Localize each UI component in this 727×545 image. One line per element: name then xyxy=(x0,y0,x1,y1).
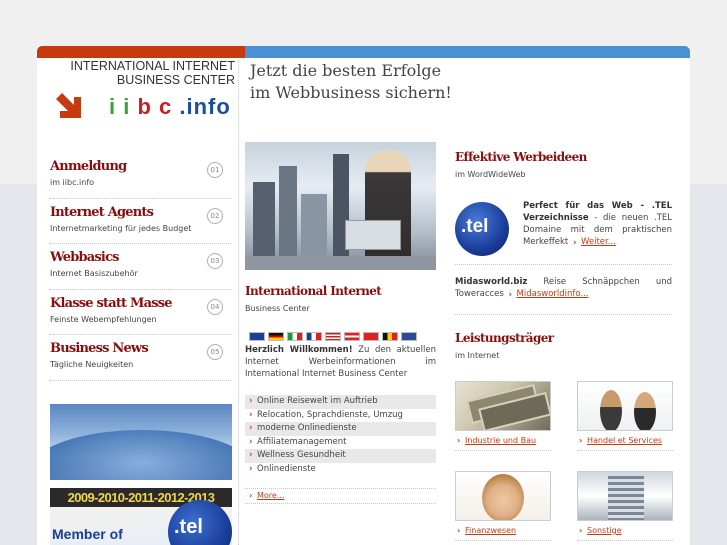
person-shape xyxy=(634,392,656,430)
flag-germany-icon[interactable] xyxy=(268,332,284,341)
globe-banner-image[interactable] xyxy=(50,404,232,480)
caption-industry-link[interactable]: Industrie und Bau xyxy=(455,436,536,445)
tel-logo-icon[interactable]: .tel xyxy=(455,202,509,256)
flag-austria-icon[interactable] xyxy=(344,332,360,341)
nav-number-badge: 05 xyxy=(207,344,223,360)
slogan-line-2: im Webbusiness sichern! xyxy=(250,83,452,102)
nav-item-business-news[interactable]: Business News Tägliche Neuigkeiten 05 xyxy=(49,335,231,381)
logo-line-1: INTERNATIONAL INTERNET xyxy=(70,59,235,73)
right-section-subtitle-ideas: im WordWideWeb xyxy=(455,170,526,179)
person-shape xyxy=(600,390,622,430)
brand-part-3: .info xyxy=(179,94,231,119)
divider xyxy=(455,314,672,315)
logo-brand[interactable]: i i b c .info xyxy=(109,94,231,120)
nav-item-klasse-statt-masse[interactable]: Klasse statt Masse Feinste Webempfehlung… xyxy=(49,290,231,335)
right-section-title-ideas: Effektive Werbeideen xyxy=(455,150,587,164)
laptop-shape xyxy=(345,220,401,250)
divider xyxy=(577,450,673,451)
thumb-finance-image[interactable] xyxy=(455,471,551,521)
brand-part-1: i i xyxy=(109,94,131,119)
hero-business-image xyxy=(245,142,436,270)
page-container: INTERNATIONAL INTERNET BUSINESS CENTER i… xyxy=(37,46,690,545)
list-item-link[interactable]: Online Reisewelt im Auftrieb xyxy=(245,395,436,409)
floor-shape xyxy=(245,256,436,270)
nav-item-webbasics[interactable]: Webbasics Internet Basiszubehör 03 xyxy=(49,244,231,290)
right-section-title-leistung: Leistungsträger xyxy=(455,331,554,345)
list-item-link[interactable]: Affiliatemanagement xyxy=(245,436,436,450)
nav-number-badge: 01 xyxy=(207,162,223,178)
globe-earth-shape xyxy=(50,430,232,480)
nav-number-badge: 02 xyxy=(207,207,223,224)
thumb-other-image[interactable] xyxy=(577,471,673,521)
divider xyxy=(455,450,551,451)
welcome-bold: Herzlich Willkommen! xyxy=(245,345,353,355)
logo-arrow-icon[interactable] xyxy=(53,90,83,120)
nav-title[interactable]: Business News xyxy=(50,341,149,356)
caption-other-link[interactable]: Sonstige xyxy=(577,526,622,535)
list-item-link[interactable]: Onlinedienste xyxy=(245,463,436,477)
tel-member-banner[interactable]: 2009-2010-2011-2012-2013 Member of .tel xyxy=(50,488,232,545)
midasworld-link[interactable]: Midasworldinfo... xyxy=(507,289,589,299)
thumb-industry-image[interactable] xyxy=(455,381,551,431)
flag-italy-icon[interactable] xyxy=(287,332,303,341)
nav-item-anmeldung[interactable]: Anmeldung im iibc.info 01 xyxy=(49,153,231,199)
nav-title[interactable]: Klasse statt Masse xyxy=(50,296,173,311)
caption-trade-link[interactable]: Handel et Services xyxy=(577,436,662,445)
woman-face-shape xyxy=(482,474,524,520)
flag-france-icon[interactable] xyxy=(306,332,322,341)
businesswoman-figure xyxy=(365,150,411,270)
top-bar-left xyxy=(37,46,245,58)
slogan-line-1: Jetzt die besten Erfolge xyxy=(250,61,442,80)
list-item-link[interactable]: Relocation, Sprachdienste, Umzug xyxy=(245,409,436,423)
tel-logo-text: .tel xyxy=(461,216,489,237)
weiter-link[interactable]: Weiter... xyxy=(571,237,616,247)
nav-subtitle: im iibc.info xyxy=(50,178,95,187)
building-shape xyxy=(279,166,297,270)
brand-part-2: b c xyxy=(137,94,173,119)
midasworld-bold: Midasworld.biz xyxy=(455,277,528,287)
middle-subtitle: Business Center xyxy=(245,304,310,313)
nav-title[interactable]: Anmeldung xyxy=(50,159,127,174)
caption-finance-link[interactable]: Finanzwesen xyxy=(455,526,516,535)
top-bar-right xyxy=(245,46,690,58)
nav-item-internet-agents[interactable]: Internet Agents Internetmarketing für je… xyxy=(49,199,231,244)
flag-usa-icon[interactable] xyxy=(325,332,341,341)
flag-eu-icon[interactable] xyxy=(249,332,265,341)
flag-uk-icon[interactable] xyxy=(401,332,417,341)
logo-line-2: BUSINESS CENTER xyxy=(116,73,235,87)
left-navigation: Anmeldung im iibc.info 01 Internet Agent… xyxy=(49,153,231,381)
divider xyxy=(455,540,551,541)
welcome-text: Herzlich Willkommen! Zu den aktuellen In… xyxy=(245,344,436,380)
language-flags xyxy=(249,332,417,341)
building-shape xyxy=(608,476,644,520)
column-divider xyxy=(238,60,239,545)
more-link[interactable]: More... xyxy=(245,488,436,504)
nav-title[interactable]: Webbasics xyxy=(50,250,120,265)
tel-promo-text: Perfect für das Web - .TEL Verzeichnisse… xyxy=(523,200,672,248)
flag-switzerland-icon[interactable] xyxy=(363,332,379,341)
list-item-link[interactable]: moderne Onlinedienste xyxy=(245,422,436,436)
nav-number-badge: 04 xyxy=(207,298,223,315)
nav-title[interactable]: Internet Agents xyxy=(50,205,154,220)
midasworld-text: Midasworld.biz Reise Schnäppchen und Tow… xyxy=(455,276,672,300)
divider xyxy=(455,264,672,265)
list-item-link[interactable]: Wellness Gesundheit xyxy=(245,449,436,463)
middle-title: International Internet xyxy=(245,284,382,298)
nav-subtitle: Internetmarketing für jedes Budget xyxy=(50,223,192,233)
nav-subtitle: Tägliche Neuigkeiten xyxy=(50,360,134,369)
building-shape xyxy=(333,154,349,270)
banner-member-text: Member of xyxy=(52,526,123,542)
slogan: Jetzt die besten Erfolge im Webbusiness … xyxy=(250,60,452,104)
tel-badge-text: .tel xyxy=(174,516,203,538)
middle-link-list: Online Reisewelt im Auftrieb Relocation,… xyxy=(245,395,436,476)
nav-number-badge: 03 xyxy=(207,253,223,269)
nav-subtitle: Feinste Webempfehlungen xyxy=(50,314,157,324)
divider xyxy=(577,540,673,541)
right-section-subtitle-leistung: im Internet xyxy=(455,351,500,360)
thumb-trade-image[interactable] xyxy=(577,381,673,431)
nav-subtitle: Internet Basiszubehör xyxy=(50,269,138,278)
flag-belgium-icon[interactable] xyxy=(382,332,398,341)
